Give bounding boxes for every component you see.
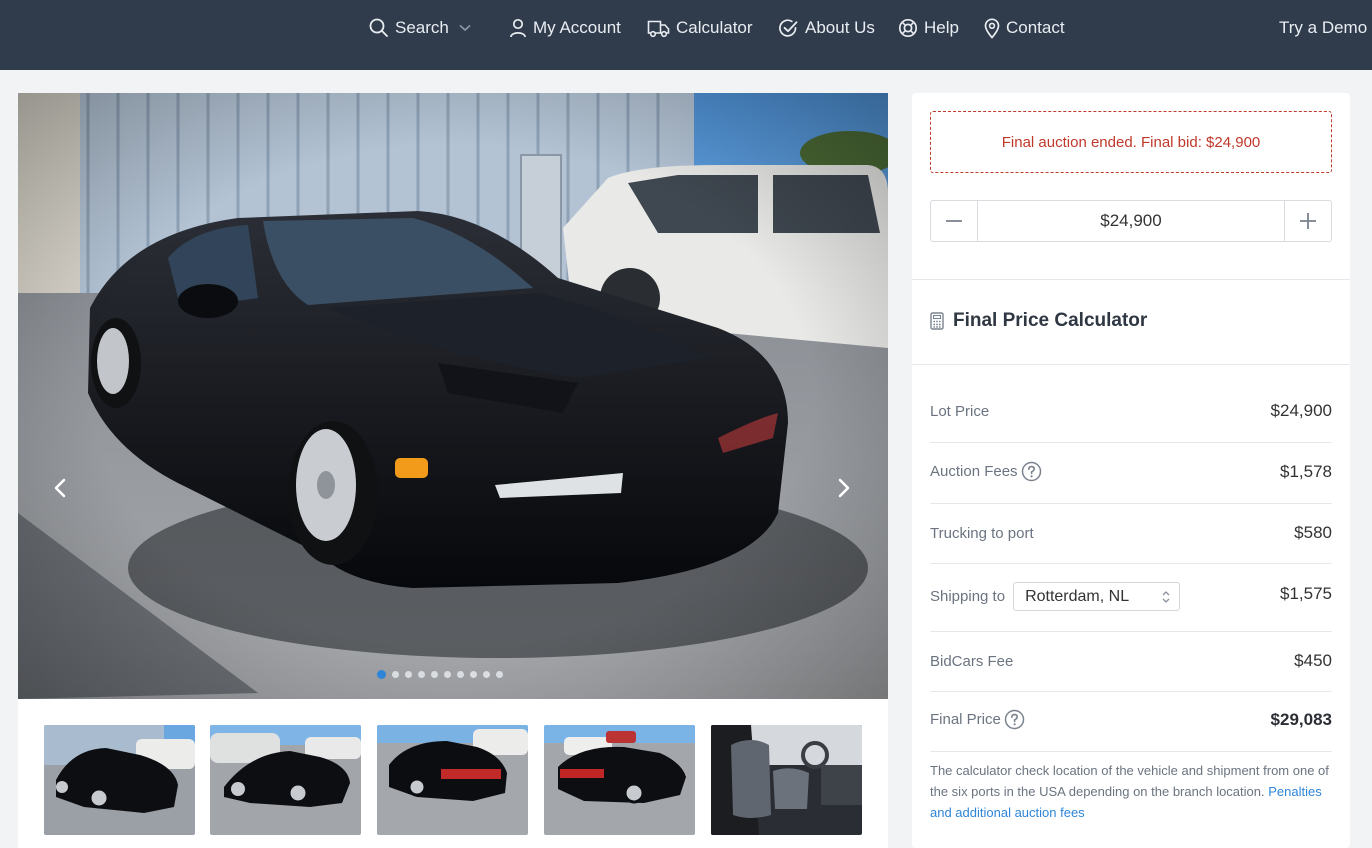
row-divider xyxy=(930,563,1332,564)
row-divider xyxy=(930,691,1332,692)
auction-status-text: Final auction ended. Final bid: $24,900 xyxy=(1001,133,1261,151)
trucking-label: Trucking to port xyxy=(930,524,1034,542)
final-price-label-wrap: Final Price xyxy=(930,709,1025,730)
lot-price-value: $24,900 xyxy=(1270,401,1332,420)
final-price-label: Final Price xyxy=(930,711,1001,728)
thumbnail-4[interactable] xyxy=(544,725,695,835)
check-circle-icon xyxy=(779,18,798,37)
lifebuoy-icon xyxy=(898,18,918,38)
shipping-value: $1,575 xyxy=(1280,584,1332,603)
destination-port-value: Rotterdam, NL xyxy=(1025,587,1130,605)
nav-account-label: My Account xyxy=(533,18,621,37)
increase-bid-button[interactable] xyxy=(1284,201,1331,241)
trucking-value: $580 xyxy=(1294,523,1332,542)
row-divider xyxy=(930,503,1332,504)
nav-search[interactable]: Search xyxy=(369,16,471,40)
pagination-dot[interactable] xyxy=(431,671,438,678)
nav-contact-label: Contact xyxy=(1006,18,1065,37)
user-icon xyxy=(509,18,527,38)
photo-gallery[interactable] xyxy=(18,93,888,699)
calculator-title: Final Price Calculator xyxy=(953,310,1148,331)
nav-about-us[interactable]: About Us xyxy=(778,16,875,40)
final-price-row: Final Price $29,083 xyxy=(930,709,1332,730)
truck-icon xyxy=(647,20,670,38)
chevron-down-icon xyxy=(459,24,471,32)
plus-icon xyxy=(1300,213,1316,229)
photo-pagination xyxy=(377,670,503,679)
nav-calculator[interactable]: Calculator xyxy=(647,16,753,40)
minus-icon xyxy=(946,220,962,222)
bid-panel: Final auction ended. Final bid: $24,900 … xyxy=(912,93,1350,848)
select-arrows-icon xyxy=(1162,590,1170,603)
pagination-dot[interactable] xyxy=(483,671,490,678)
pagination-dot[interactable] xyxy=(392,671,399,678)
question-circle-icon[interactable] xyxy=(1004,709,1025,730)
pagination-dot[interactable] xyxy=(470,671,477,678)
pagination-dot[interactable] xyxy=(418,671,425,678)
decrease-bid-button[interactable] xyxy=(931,201,978,241)
bid-amount-stepper xyxy=(930,200,1332,242)
thumbnail-3[interactable] xyxy=(377,725,528,835)
pagination-dot[interactable] xyxy=(457,671,464,678)
calculator-note: The calculator check location of the veh… xyxy=(930,760,1332,823)
pagination-dot[interactable] xyxy=(377,670,386,679)
auction-fees-value: $1,578 xyxy=(1280,461,1332,481)
auction-status-alert: Final auction ended. Final bid: $24,900 xyxy=(930,111,1332,173)
try-demo-link[interactable]: Try a Demo xyxy=(1279,16,1367,40)
nav-help[interactable]: Help xyxy=(898,16,959,40)
bidcars-fee-label: BidCars Fee xyxy=(930,652,1014,670)
thumbnail-strip xyxy=(18,699,888,848)
next-photo-arrow[interactable] xyxy=(830,474,858,502)
section-divider xyxy=(912,279,1350,280)
destination-port-select[interactable]: Rotterdam, NL xyxy=(1013,582,1181,611)
pagination-dot[interactable] xyxy=(444,671,451,678)
try-demo-label: Try a Demo xyxy=(1279,18,1368,37)
auction-fees-label: Auction Fees xyxy=(930,463,1018,480)
final-price-value: $29,083 xyxy=(1270,709,1332,729)
chevron-right-icon xyxy=(838,478,850,498)
row-divider xyxy=(930,751,1332,752)
map-pin-icon xyxy=(984,17,1000,39)
trucking-row: Trucking to port $580 xyxy=(930,523,1332,543)
bidcars-fee-value: $450 xyxy=(1294,651,1332,670)
auction-fees-row: Auction Fees $1,578 xyxy=(930,461,1332,482)
bid-amount-input[interactable] xyxy=(978,201,1284,241)
pagination-dot[interactable] xyxy=(405,671,412,678)
nav-about-label: About Us xyxy=(805,18,875,37)
calculator-icon xyxy=(930,312,944,330)
pagination-dot[interactable] xyxy=(496,671,503,678)
thumbnail-2[interactable] xyxy=(210,725,361,835)
top-navbar: Search My Account Calculator About Us He… xyxy=(0,0,1372,70)
nav-help-label: Help xyxy=(924,18,959,37)
bidcars-fee-row: BidCars Fee $450 xyxy=(930,651,1332,671)
thumbnail-5[interactable] xyxy=(711,725,862,835)
calculator-heading: Final Price Calculator xyxy=(930,310,1147,332)
row-divider xyxy=(930,631,1332,632)
nav-my-account[interactable]: My Account xyxy=(509,16,621,40)
shipping-label: Shipping to xyxy=(930,588,1006,605)
nav-contact[interactable]: Contact xyxy=(984,16,1065,40)
shipping-label-wrap: Shipping to Rotterdam, NL xyxy=(930,582,1181,611)
thumbnail-1[interactable] xyxy=(44,725,195,835)
auction-fees-label-wrap: Auction Fees xyxy=(930,461,1042,482)
section-divider xyxy=(912,364,1350,365)
lot-price-label: Lot Price xyxy=(930,402,990,420)
car-photo xyxy=(18,93,888,699)
lot-price-row: Lot Price $24,900 xyxy=(930,401,1332,421)
question-circle-icon[interactable] xyxy=(1021,461,1042,482)
chevron-left-icon xyxy=(54,478,66,498)
shipping-row: Shipping to Rotterdam, NL $1,575 xyxy=(930,582,1332,611)
row-divider xyxy=(930,442,1332,443)
prev-photo-arrow[interactable] xyxy=(46,474,74,502)
search-icon xyxy=(369,18,388,37)
nav-calculator-label: Calculator xyxy=(676,18,753,37)
nav-search-label: Search xyxy=(395,18,449,37)
